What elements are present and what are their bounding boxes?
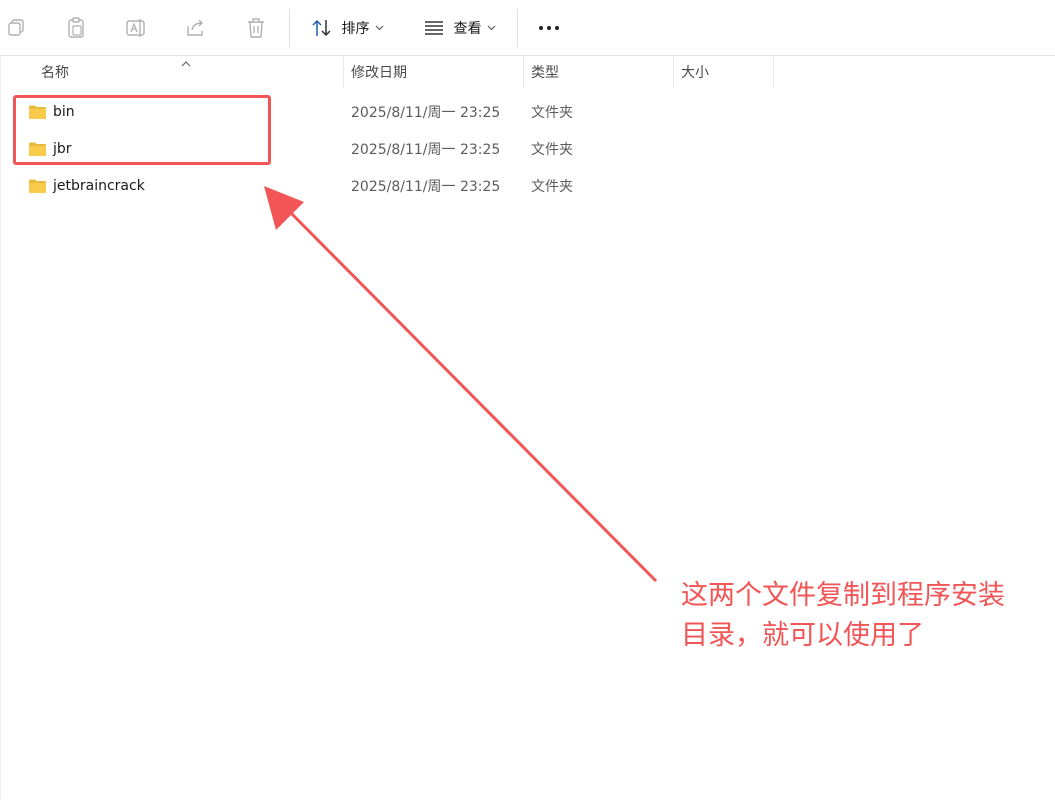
copy-icon	[6, 18, 26, 38]
folder-icon	[28, 178, 47, 194]
paste-icon	[66, 17, 86, 39]
sort-label: 排序	[341, 21, 370, 37]
toolbar-divider	[289, 9, 290, 47]
file-type: 文件夹	[531, 141, 573, 158]
file-type: 文件夹	[531, 178, 573, 195]
column-header-modified-label: 修改日期	[351, 65, 407, 81]
share-icon	[185, 18, 207, 38]
view-icon	[423, 19, 445, 37]
column-header-name-label: 名称	[41, 65, 69, 81]
column-header-row: 名称 修改日期 类型 大小	[0, 56, 1055, 88]
more-icon	[537, 25, 561, 31]
file-type: 文件夹	[531, 104, 573, 121]
file-modified-date: 2025/8/11/周一 23:25	[351, 141, 501, 158]
column-header-name[interactable]: 名称	[0, 56, 344, 88]
column-header-size-label: 大小	[681, 65, 709, 81]
rename-button[interactable]	[124, 12, 148, 44]
annotation-text-line-1: 这两个文件复制到程序安装	[681, 580, 1005, 611]
toolbar-divider	[517, 9, 518, 47]
more-options-button[interactable]	[534, 12, 564, 44]
file-modified-date: 2025/8/11/周一 23:25	[351, 178, 501, 195]
file-name: jetbraincrack	[53, 177, 145, 194]
copy-button[interactable]	[4, 12, 28, 44]
column-header-modified[interactable]: 修改日期	[344, 56, 524, 88]
sort-ascending-icon	[180, 56, 192, 72]
view-label: 查看	[453, 21, 482, 37]
annotation-text: 这两个文件复制到程序安装 目录，就可以使用了	[681, 576, 1051, 656]
sort-icon	[311, 18, 333, 38]
column-header-type-label: 类型	[531, 65, 559, 81]
command-bar: 排序 查看	[0, 0, 1055, 56]
column-header-type[interactable]: 类型	[524, 56, 674, 88]
sort-button[interactable]: 排序	[306, 12, 388, 44]
file-row-jetbraincrack[interactable]: jetbraincrack 2025/8/11/周一 23:25 文件夹	[0, 167, 1055, 204]
file-name-cell: jetbraincrack	[28, 167, 145, 204]
file-modified-date: 2025/8/11/周一 23:25	[351, 104, 501, 121]
delete-icon	[246, 17, 266, 39]
chevron-down-icon	[375, 25, 384, 31]
column-header-size[interactable]: 大小	[674, 56, 774, 88]
annotation-text-line-2: 目录，就可以使用了	[681, 620, 924, 651]
view-button[interactable]: 查看	[418, 12, 500, 44]
chevron-down-icon	[487, 25, 496, 31]
share-button[interactable]	[184, 12, 208, 44]
delete-button[interactable]	[244, 12, 268, 44]
paste-button[interactable]	[64, 12, 88, 44]
rename-icon	[125, 18, 147, 38]
annotation-highlight-box	[13, 95, 271, 165]
